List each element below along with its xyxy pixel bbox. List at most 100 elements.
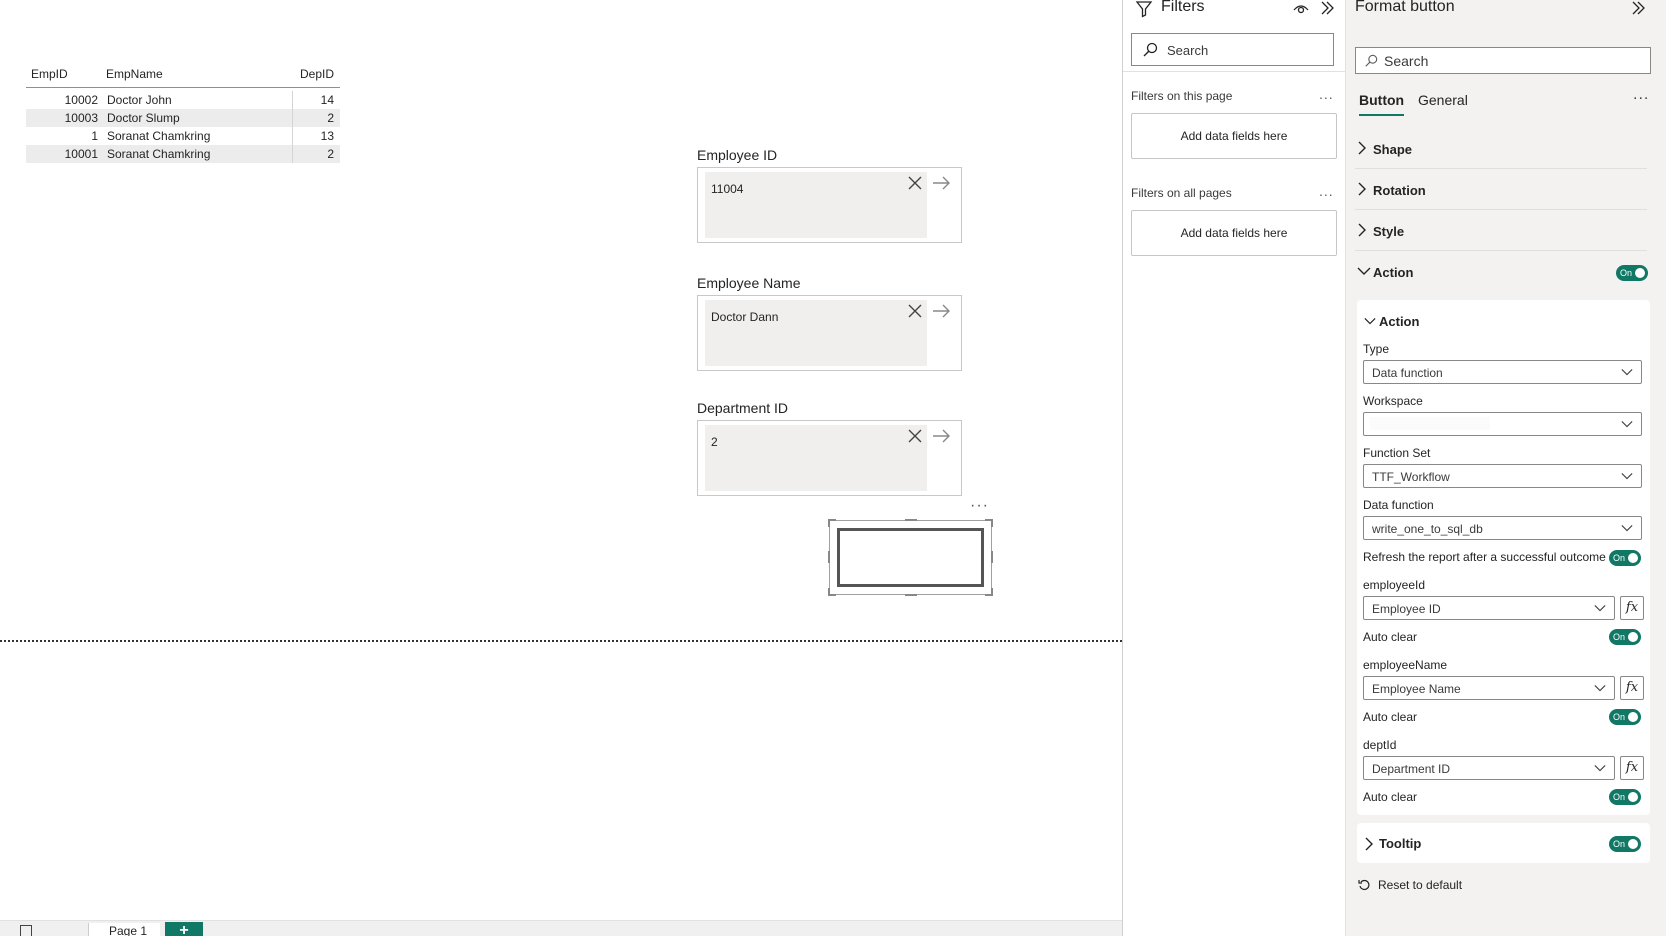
chevron-down-icon <box>1621 369 1633 376</box>
auto-clear-label: Auto clear <box>1363 710 1418 724</box>
refresh-report-toggle[interactable]: On <box>1609 550 1641 566</box>
chevron-down-icon <box>1594 685 1606 692</box>
submit-arrow-icon[interactable] <box>931 174 953 192</box>
search-icon <box>1365 54 1378 67</box>
add-page-button[interactable]: + <box>165 922 203 936</box>
fx-button[interactable]: fx <box>1620 596 1644 620</box>
filters-header: Filters <box>1123 0 1345 18</box>
fx-button[interactable]: fx <box>1620 676 1644 700</box>
dropdown-value: Employee Name <box>1372 682 1461 696</box>
section-rotation[interactable]: Rotation <box>1355 170 1647 210</box>
clear-icon[interactable] <box>906 427 924 445</box>
table-row[interactable]: 10003 Doctor Slump 2 <box>26 109 340 127</box>
cell-depid: 14 <box>320 93 334 107</box>
chevron-down-icon <box>1621 421 1633 428</box>
deptid-dropdown[interactable]: Department ID <box>1363 756 1615 780</box>
all-pages-filters-drop-well[interactable]: Add data fields here <box>1131 210 1337 256</box>
tab-general[interactable]: General <box>1418 92 1468 116</box>
resize-handle[interactable] <box>905 594 917 596</box>
input-slicer-employee-id[interactable]: Employee ID 11004 <box>697 145 962 243</box>
auto-clear-toggle[interactable]: On <box>1609 789 1641 805</box>
more-options-icon[interactable]: ... <box>1633 86 1649 104</box>
page-tabs-bar: Page 1 + <box>0 920 1122 936</box>
column-header-empid[interactable]: EmpID <box>26 67 98 81</box>
section-label: Style <box>1373 224 1405 239</box>
submit-arrow-icon[interactable] <box>931 302 953 320</box>
collapse-chevron-icon[interactable] <box>1630 0 1646 16</box>
chevron-right-icon <box>1365 837 1373 851</box>
auto-clear-toggle[interactable]: On <box>1609 629 1641 645</box>
tab-button[interactable]: Button <box>1359 92 1405 116</box>
resize-handle[interactable] <box>991 588 993 596</box>
button-visual[interactable] <box>828 519 993 596</box>
report-canvas[interactable]: EmpID EmpName DepID 10002 Doctor John 14… <box>0 0 1122 920</box>
section-label: Action <box>1373 265 1414 280</box>
action-card: Action Type Data function Workspace Func… <box>1357 300 1650 815</box>
section-shape[interactable]: Shape <box>1355 129 1647 169</box>
filters-pane: Filters Search Filters on this page ... … <box>1122 0 1347 936</box>
input-slicer-department-id[interactable]: Department ID 2 <box>697 398 962 496</box>
slicer-box: 11004 <box>697 167 962 243</box>
clear-icon[interactable] <box>906 302 924 320</box>
chevron-down-icon <box>1594 605 1606 612</box>
department-id-input[interactable]: 2 <box>705 425 927 491</box>
table-row[interactable]: 10002 Doctor John 14 <box>26 91 340 109</box>
resize-handle[interactable] <box>828 519 830 527</box>
page-filters-drop-well[interactable]: Add data fields here <box>1131 113 1337 159</box>
function-set-dropdown[interactable]: TTF_Workflow <box>1363 464 1642 488</box>
chevron-down-icon <box>1621 473 1633 480</box>
action-button[interactable] <box>837 528 984 587</box>
reset-icon <box>1358 879 1370 890</box>
search-placeholder: Search <box>1167 43 1209 58</box>
format-search-input[interactable]: Search <box>1355 47 1651 74</box>
format-pane-scrollbar[interactable] <box>1656 0 1666 936</box>
workspace-dropdown[interactable] <box>1363 412 1642 436</box>
visual-more-options-icon[interactable]: ··· <box>970 497 989 515</box>
auto-clear-toggle[interactable]: On <box>1609 709 1641 725</box>
submit-arrow-icon[interactable] <box>931 427 953 445</box>
data-function-label: Data function <box>1363 498 1434 512</box>
cell-empname: Soranat Chamkring <box>98 145 293 163</box>
type-dropdown[interactable]: Data function <box>1363 360 1642 384</box>
fx-button[interactable]: fx <box>1620 756 1644 780</box>
data-function-dropdown[interactable]: write_one_to_sql_db <box>1363 516 1642 540</box>
workspace-label: Workspace <box>1363 394 1423 408</box>
employeename-dropdown[interactable]: Employee Name <box>1363 676 1615 700</box>
cell-empname: Doctor John <box>98 91 293 109</box>
format-pane-title: Format button <box>1355 0 1455 15</box>
resize-handle[interactable] <box>991 551 993 563</box>
table-row[interactable]: 10001 Soranat Chamkring 2 <box>26 145 340 163</box>
divider <box>1123 71 1347 72</box>
tab-page-1[interactable]: Page 1 <box>88 923 160 936</box>
tooltip-card[interactable]: Tooltip On <box>1357 823 1650 863</box>
page-navigator-icon[interactable] <box>20 925 32 936</box>
section-label: Shape <box>1373 142 1413 157</box>
eye-icon[interactable] <box>1293 2 1309 16</box>
auto-clear-label: Auto clear <box>1363 790 1418 804</box>
filters-title: Filters <box>1161 0 1205 15</box>
section-action[interactable]: Action On <box>1355 252 1648 292</box>
cell-empid: 1 <box>91 129 98 143</box>
filters-on-all-pages-label: Filters on all pages <box>1131 186 1232 200</box>
action-toggle[interactable]: On <box>1616 265 1648 281</box>
employee-table[interactable]: EmpID EmpName DepID 10002 Doctor John 14… <box>26 60 340 163</box>
collapse-chevron-icon[interactable] <box>1319 0 1335 16</box>
employeeid-dropdown[interactable]: Employee ID <box>1363 596 1615 620</box>
resize-handle[interactable] <box>828 551 830 563</box>
resize-handle[interactable] <box>905 519 917 521</box>
more-options-icon[interactable]: ... <box>1319 86 1334 102</box>
column-header-empname[interactable]: EmpName <box>98 67 293 81</box>
section-style[interactable]: Style <box>1355 211 1647 251</box>
chevron-down-icon <box>1594 765 1606 772</box>
filters-search-input[interactable]: Search <box>1131 33 1334 66</box>
employee-name-input[interactable]: Doctor Dann <box>705 300 927 366</box>
tooltip-toggle[interactable]: On <box>1609 836 1641 852</box>
more-options-icon[interactable]: ... <box>1319 183 1334 199</box>
resize-handle[interactable] <box>828 588 830 596</box>
employee-id-input[interactable]: 11004 <box>705 172 927 238</box>
resize-handle[interactable] <box>991 519 993 527</box>
clear-icon[interactable] <box>906 174 924 192</box>
table-row[interactable]: 1 Soranat Chamkring 13 <box>26 127 340 145</box>
column-header-depid[interactable]: DepID <box>293 67 340 81</box>
input-slicer-employee-name[interactable]: Employee Name Doctor Dann <box>697 273 962 371</box>
